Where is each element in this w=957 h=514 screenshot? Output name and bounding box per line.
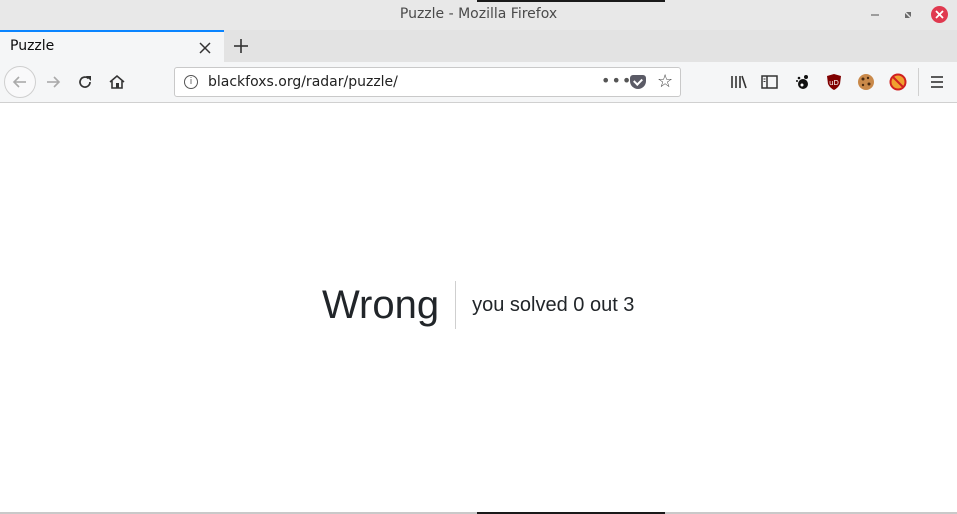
sidebar-icon [761,75,778,89]
url-text[interactable]: blackfoxs.org/radar/puzzle/ [208,74,398,90]
svg-text:uD: uD [829,79,839,87]
gnome-extension-button[interactable] [790,70,814,94]
navigation-toolbar: i blackfoxs.org/radar/puzzle/ ••• ☆ uD [0,62,957,103]
tab-puzzle[interactable]: Puzzle [0,30,224,62]
hamburger-menu-icon [931,76,943,88]
back-button[interactable] [4,66,36,98]
minimize-icon [871,14,879,16]
title-bar: Puzzle - Mozilla Firefox [0,0,957,30]
reload-button[interactable] [69,66,101,98]
cookie-icon [858,74,874,90]
page-actions-icon[interactable]: ••• [601,71,632,90]
info-icon[interactable]: i [184,75,198,89]
back-icon [12,76,26,88]
reload-icon [79,76,91,88]
forward-icon [47,76,61,88]
restore-icon [905,12,911,18]
new-tab-button[interactable] [231,32,251,60]
open-menu-button[interactable] [925,70,949,94]
forward-button[interactable] [37,66,69,98]
home-icon [109,74,125,89]
sidebar-button[interactable] [758,70,782,94]
ublock-icon: uD [827,74,841,90]
toolbar-separator [918,68,919,96]
gnome-icon [796,75,808,89]
result-message: Wrong you solved 0 out 3 [322,281,634,329]
tab-title: Puzzle [10,38,55,54]
minimize-button[interactable] [866,6,884,24]
result-headline: Wrong [322,282,440,327]
bookmark-star-icon[interactable]: ☆ [657,71,673,92]
cookie-extension-button[interactable] [854,70,878,94]
result-divider [455,281,457,329]
result-detail: you solved 0 out 3 [472,293,635,316]
home-button[interactable] [101,66,133,98]
noscript-extension-button[interactable] [886,70,910,94]
close-icon [935,10,944,19]
page-content: Wrong you solved 0 out 3 [0,103,957,512]
url-bar[interactable]: i blackfoxs.org/radar/puzzle/ ••• ☆ [174,67,681,97]
title-bar-accent [477,0,665,2]
close-tab-icon [199,42,211,54]
pocket-icon[interactable] [630,75,646,89]
tab-bar: Puzzle [0,30,957,62]
window-title: Puzzle - Mozilla Firefox [399,6,558,22]
ublock-extension-button[interactable]: uD [822,70,846,94]
close-window-button[interactable] [931,6,948,23]
plus-icon [234,39,248,53]
library-button[interactable] [727,70,751,94]
library-icon [731,75,747,89]
tab-close-button[interactable] [199,36,211,59]
noscript-icon [889,73,907,91]
restore-button[interactable] [899,6,917,24]
